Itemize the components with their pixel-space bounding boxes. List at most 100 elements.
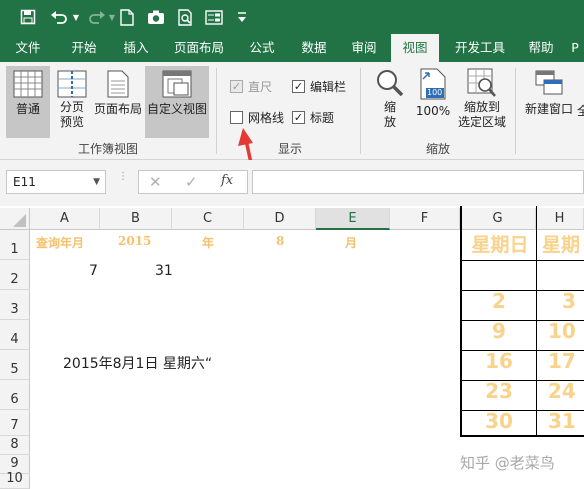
tab-home[interactable]: 开始 bbox=[60, 34, 108, 62]
custom-views-label: 自定义视图 bbox=[146, 102, 207, 116]
row-header-8[interactable]: 8 bbox=[0, 436, 30, 455]
zoom-label-1: 缩 bbox=[383, 100, 396, 114]
zoom-to-selection-label-1: 缩放到 bbox=[463, 100, 500, 114]
screenshot-icon[interactable] bbox=[146, 7, 166, 27]
page-layout-icon bbox=[107, 70, 129, 98]
custom-views-button[interactable]: 自定义视图 bbox=[145, 66, 209, 138]
row-header-10[interactable]: 10 bbox=[0, 471, 30, 489]
group-separator bbox=[515, 68, 516, 154]
tab-developer[interactable]: 开发工具 bbox=[446, 34, 514, 62]
undo-dropdown-icon[interactable]: ▼ bbox=[71, 7, 81, 27]
column-header-d[interactable]: D bbox=[244, 208, 316, 230]
column-header-f[interactable]: F bbox=[390, 208, 460, 230]
new-window-button[interactable]: 新建窗口 bbox=[522, 66, 576, 126]
quick-access-toolbar: ▼ ▼ bbox=[0, 0, 584, 34]
tab-insert[interactable]: 插入 bbox=[112, 34, 160, 62]
calendar-day: 10 bbox=[548, 319, 576, 343]
cancel-icon[interactable]: ✕ bbox=[149, 173, 162, 191]
column-header-b[interactable]: B bbox=[100, 208, 172, 230]
zoom-100-button[interactable]: 100 100% bbox=[412, 66, 454, 138]
empty-checkbox-icon bbox=[230, 111, 243, 124]
cell-a5[interactable]: 2015年8月1日 星期六“ bbox=[63, 353, 212, 373]
column-header-c[interactable]: C bbox=[172, 208, 244, 230]
tab-review[interactable]: 审阅 bbox=[342, 34, 386, 62]
tab-data[interactable]: 数据 bbox=[292, 34, 336, 62]
watermark: 知乎 @老菜鸟 bbox=[460, 454, 555, 472]
tab-more[interactable]: P bbox=[566, 34, 584, 62]
tab-view[interactable]: 视图 bbox=[391, 34, 439, 62]
row-header-3[interactable]: 3 bbox=[0, 290, 30, 320]
page-break-preview-label-1: 分页 bbox=[59, 100, 84, 114]
row-header-7[interactable]: 7 bbox=[0, 410, 30, 436]
zoom-100-badge: 100 bbox=[427, 88, 443, 97]
customize-dropdown-icon[interactable] bbox=[232, 7, 252, 27]
headings-checkbox[interactable]: ✓ 标题 bbox=[292, 109, 334, 126]
tab-file[interactable]: 文件 bbox=[6, 34, 50, 62]
print-preview-icon[interactable] bbox=[176, 7, 196, 27]
calendar-day: 9 bbox=[492, 319, 506, 343]
workbook-views-group-label: 工作簿视图 bbox=[78, 142, 139, 156]
confirm-icon[interactable]: ✓ bbox=[185, 173, 198, 191]
calendar-day: 17 bbox=[548, 349, 576, 373]
arrange-all-label: 全 bbox=[577, 104, 584, 118]
normal-view-icon bbox=[13, 70, 43, 98]
calendar-day: 30 bbox=[485, 409, 513, 433]
name-box[interactable]: E11 ▼ bbox=[6, 170, 106, 194]
group-separator bbox=[360, 68, 361, 154]
column-header-a[interactable]: A bbox=[30, 208, 100, 230]
gridlines-checkbox[interactable]: 网格线 bbox=[230, 109, 284, 126]
page-break-preview-button[interactable]: 分页 预览 bbox=[52, 66, 92, 138]
formula-controls: ✕ ✓ fx bbox=[138, 170, 248, 194]
undo-icon[interactable] bbox=[48, 7, 70, 27]
row-header-6[interactable]: 6 bbox=[0, 380, 30, 410]
headings-label: 标题 bbox=[310, 111, 335, 125]
new-file-icon[interactable] bbox=[118, 7, 136, 27]
insert-function-icon[interactable]: fx bbox=[221, 173, 233, 188]
page-layout-view-button[interactable]: 页面布局 bbox=[92, 66, 144, 138]
select-all-corner[interactable] bbox=[0, 208, 30, 230]
name-box-value: E11 bbox=[13, 175, 36, 189]
ruler-label: 直尺 bbox=[248, 80, 273, 94]
checkmark-icon: ✓ bbox=[292, 80, 305, 93]
resize-handle-icon[interactable]: ⋮ bbox=[118, 172, 128, 190]
query-year-month-label: 查询年月 bbox=[36, 236, 85, 250]
form-icon[interactable] bbox=[204, 7, 224, 27]
row-header-2[interactable]: 2 bbox=[0, 260, 30, 290]
year-value: 2015 bbox=[118, 234, 152, 248]
zoom-to-selection-button[interactable]: 缩放到 选定区域 bbox=[454, 66, 510, 138]
ribbon-view: 普通 分页 预览 页面布局 自定义视图 工作簿视图 ✓ 直尺 ✓ 编辑栏 网格线… bbox=[0, 62, 584, 178]
zoom-button[interactable]: 缩 放 bbox=[370, 66, 410, 138]
calendar-day: 23 bbox=[485, 379, 513, 403]
worksheet-grid: A B C D E F G H 1 2 3 4 5 6 7 8 9 10 查询年… bbox=[0, 206, 584, 489]
arrange-all-button[interactable]: 全 bbox=[577, 104, 584, 120]
cell-a2[interactable]: 7 bbox=[89, 263, 98, 279]
normal-view-label: 普通 bbox=[15, 102, 40, 116]
row-header-4[interactable]: 4 bbox=[0, 320, 30, 350]
calendar-day: 3 bbox=[562, 289, 576, 313]
ribbon-tabs: 文件 开始 插入 页面布局 公式 数据 审阅 视图 开发工具 帮助 P bbox=[0, 34, 584, 62]
zoom-100-icon: 100 bbox=[420, 68, 446, 100]
tab-formulas[interactable]: 公式 bbox=[240, 34, 284, 62]
zoom-group-label: 缩放 bbox=[426, 142, 451, 156]
normal-view-button[interactable]: 普通 bbox=[6, 66, 50, 138]
calendar-day: 31 bbox=[548, 409, 576, 433]
month-unit: 月 bbox=[345, 236, 358, 250]
column-header-e[interactable]: E bbox=[316, 208, 390, 230]
show-group-label: 显示 bbox=[278, 142, 303, 156]
gridlines-label: 网格线 bbox=[248, 111, 285, 125]
formula-input[interactable] bbox=[252, 170, 584, 194]
checkmark-icon: ✓ bbox=[230, 80, 243, 93]
calendar-divider bbox=[462, 260, 584, 261]
tab-page-layout[interactable]: 页面布局 bbox=[166, 34, 232, 62]
new-window-icon bbox=[535, 70, 563, 96]
cell-b2[interactable]: 31 bbox=[155, 263, 173, 279]
row-header-1[interactable]: 1 bbox=[0, 230, 30, 260]
tab-help[interactable]: 帮助 bbox=[520, 34, 562, 62]
page-break-preview-label-2: 预览 bbox=[59, 115, 84, 129]
chevron-down-icon[interactable]: ▼ bbox=[93, 171, 100, 193]
calendar-day: 16 bbox=[485, 349, 513, 373]
row-header-5[interactable]: 5 bbox=[0, 350, 30, 380]
save-icon[interactable] bbox=[18, 7, 38, 27]
formula-bar-checkbox[interactable]: ✓ 编辑栏 bbox=[292, 78, 346, 95]
year-unit: 年 bbox=[202, 236, 215, 250]
